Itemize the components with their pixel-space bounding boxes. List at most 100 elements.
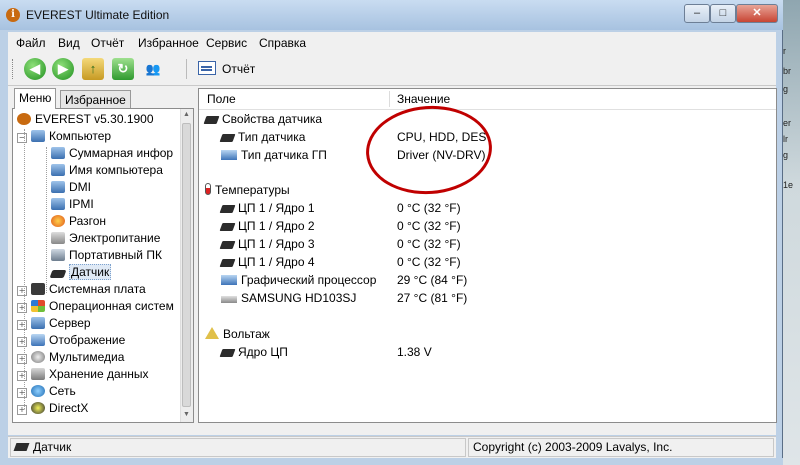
tree-item-label: Системная плата	[49, 282, 146, 296]
tree-item-label: Разгон	[69, 214, 107, 228]
expand-icon[interactable]: +	[17, 354, 27, 364]
tree-item-dmi[interactable]: DMI	[51, 179, 91, 196]
group-header-voltage[interactable]: Вольтаж	[205, 325, 270, 343]
computer-icon	[51, 164, 65, 176]
list-item[interactable]: SAMSUNG HD103SJ	[221, 289, 356, 307]
tree-item-motherboard[interactable]: + Системная плата	[17, 281, 146, 298]
chip-icon	[219, 223, 236, 231]
power-plug-icon	[51, 232, 65, 244]
tree-item-power[interactable]: Электропитание	[51, 230, 160, 247]
collapse-icon[interactable]: −	[17, 133, 27, 143]
column-value[interactable]: Значение	[397, 92, 450, 106]
tab-favorites[interactable]: Избранное	[60, 90, 131, 108]
column-divider[interactable]	[389, 91, 390, 107]
tree-item-overclock[interactable]: Разгон	[51, 213, 106, 230]
menu-service[interactable]: Сервис	[206, 36, 247, 50]
tree-item-computer[interactable]: − Компьютер	[17, 128, 111, 145]
list-item[interactable]: ЦП 1 / Ядро 2	[219, 217, 315, 235]
desktop-fragment: r	[783, 46, 786, 56]
tree-scrollbar[interactable]: ▲ ▼	[180, 109, 193, 422]
tree-item-portable[interactable]: Портативный ПК	[51, 247, 162, 264]
list-item[interactable]: ЦП 1 / Ядро 3	[219, 235, 315, 253]
menu-help[interactable]: Справка	[259, 36, 306, 50]
tree-item-label: DMI	[69, 180, 91, 194]
warning-icon	[205, 327, 219, 339]
tree-item-label: Хранение данных	[49, 367, 149, 381]
tree-item-server[interactable]: + Сервер	[17, 315, 91, 332]
maximize-button[interactable]: □	[710, 4, 736, 23]
list-item[interactable]: Графический процессор	[221, 271, 376, 289]
fire-icon	[51, 215, 65, 227]
forward-icon[interactable]: ▶	[52, 58, 74, 80]
list-item[interactable]: Тип датчика	[219, 128, 306, 146]
desktop-fragment: g	[783, 150, 789, 160]
tree-item-ipmi[interactable]: IPMI	[51, 196, 94, 213]
menu-report[interactable]: Отчёт	[91, 36, 124, 50]
field-label: Ядро ЦП	[238, 345, 288, 359]
speaker-icon	[31, 351, 45, 363]
scrollbar-thumb[interactable]	[182, 123, 191, 407]
list-item[interactable]: ЦП 1 / Ядро 1	[219, 199, 315, 217]
scroll-down-arrow-icon[interactable]: ▼	[183, 411, 190, 418]
window-title: EVEREST Ultimate Edition	[26, 8, 170, 22]
up-folder-icon[interactable]: ↑	[82, 58, 104, 80]
tree-item-label: Сервер	[49, 316, 91, 330]
field-value: 0 °C (32 °F)	[397, 237, 461, 251]
tree-item-os[interactable]: + Операционная систем	[17, 298, 174, 315]
list-item[interactable]: ЦП 1 / Ядро 4	[219, 253, 315, 271]
desktop-fragment: 1e	[783, 180, 794, 190]
menu-favorites[interactable]: Избранное	[138, 36, 199, 50]
tree-item-label: Отображение	[49, 333, 126, 347]
status-section-right: Copyright (c) 2003-2009 Lavalys, Inc.	[468, 438, 774, 457]
navigation-tree[interactable]: EVEREST v5.30.1900 − Компьютер Суммарная …	[12, 108, 194, 423]
tree-item-storage[interactable]: + Хранение данных	[17, 366, 149, 383]
expand-icon[interactable]: +	[17, 303, 27, 313]
tree-item-multimedia[interactable]: + Мультимедиа	[17, 349, 124, 366]
tree-item-computer-name[interactable]: Имя компьютера	[51, 162, 163, 179]
network-globe-icon	[31, 385, 45, 397]
expand-icon[interactable]: +	[17, 337, 27, 347]
tree-item-sensor[interactable]: Датчик	[49, 264, 112, 281]
report-icon[interactable]	[198, 61, 216, 75]
expand-icon[interactable]: +	[17, 405, 27, 415]
tree-item-label: Суммарная инфор	[69, 146, 174, 160]
tree-item-display[interactable]: + Отображение	[17, 332, 125, 349]
tree-item-label: Электропитание	[69, 231, 161, 245]
group-title: Вольтаж	[223, 327, 270, 341]
tree-item-label: Сеть	[49, 384, 76, 398]
expand-icon[interactable]: +	[17, 320, 27, 330]
expand-icon[interactable]: +	[17, 388, 27, 398]
status-bar: Датчик Copyright (c) 2003-2009 Lavalys, …	[8, 436, 776, 459]
minimize-button[interactable]: –	[684, 4, 710, 23]
expand-icon[interactable]: +	[17, 371, 27, 381]
status-text: Датчик	[33, 440, 72, 454]
copyright-text: Copyright (c) 2003-2009 Lavalys, Inc.	[473, 440, 673, 454]
users-icon[interactable]: 👥	[142, 58, 164, 80]
scroll-up-arrow-icon[interactable]: ▲	[183, 111, 190, 118]
field-label: Тип датчика ГП	[241, 148, 327, 162]
tree-item-directx[interactable]: + DirectX	[17, 400, 88, 417]
menu-view[interactable]: Вид	[58, 36, 80, 50]
tab-menu[interactable]: Меню	[14, 88, 57, 109]
chip-icon	[219, 259, 236, 267]
window-frame-bottom	[0, 458, 783, 465]
close-button[interactable]: ✕	[736, 4, 778, 23]
column-field[interactable]: Поле	[207, 92, 236, 106]
toolbar-grip[interactable]	[12, 59, 16, 79]
tree-item-summary[interactable]: Суммарная инфор	[51, 145, 173, 162]
refresh-icon[interactable]: ↻	[112, 58, 134, 80]
menu-file[interactable]: Файл	[16, 36, 46, 50]
back-icon[interactable]: ◀	[24, 58, 46, 80]
expand-icon[interactable]: +	[17, 286, 27, 296]
tree-item-network[interactable]: + Сеть	[17, 383, 76, 400]
tree-item-label: Компьютер	[49, 129, 112, 143]
list-item[interactable]: Тип датчика ГП	[221, 146, 327, 164]
title-bar[interactable]: i EVEREST Ultimate Edition – □ ✕	[0, 0, 783, 30]
tree-item-root[interactable]: EVEREST v5.30.1900	[17, 111, 154, 128]
list-item[interactable]: Ядро ЦП	[219, 343, 288, 361]
report-button-label[interactable]: Отчёт	[222, 62, 255, 76]
group-header-sensor-properties[interactable]: Свойства датчика	[203, 110, 322, 128]
field-label: Тип датчика	[238, 130, 306, 144]
chip-icon	[219, 134, 236, 142]
group-header-temperatures[interactable]: Температуры	[205, 181, 290, 199]
